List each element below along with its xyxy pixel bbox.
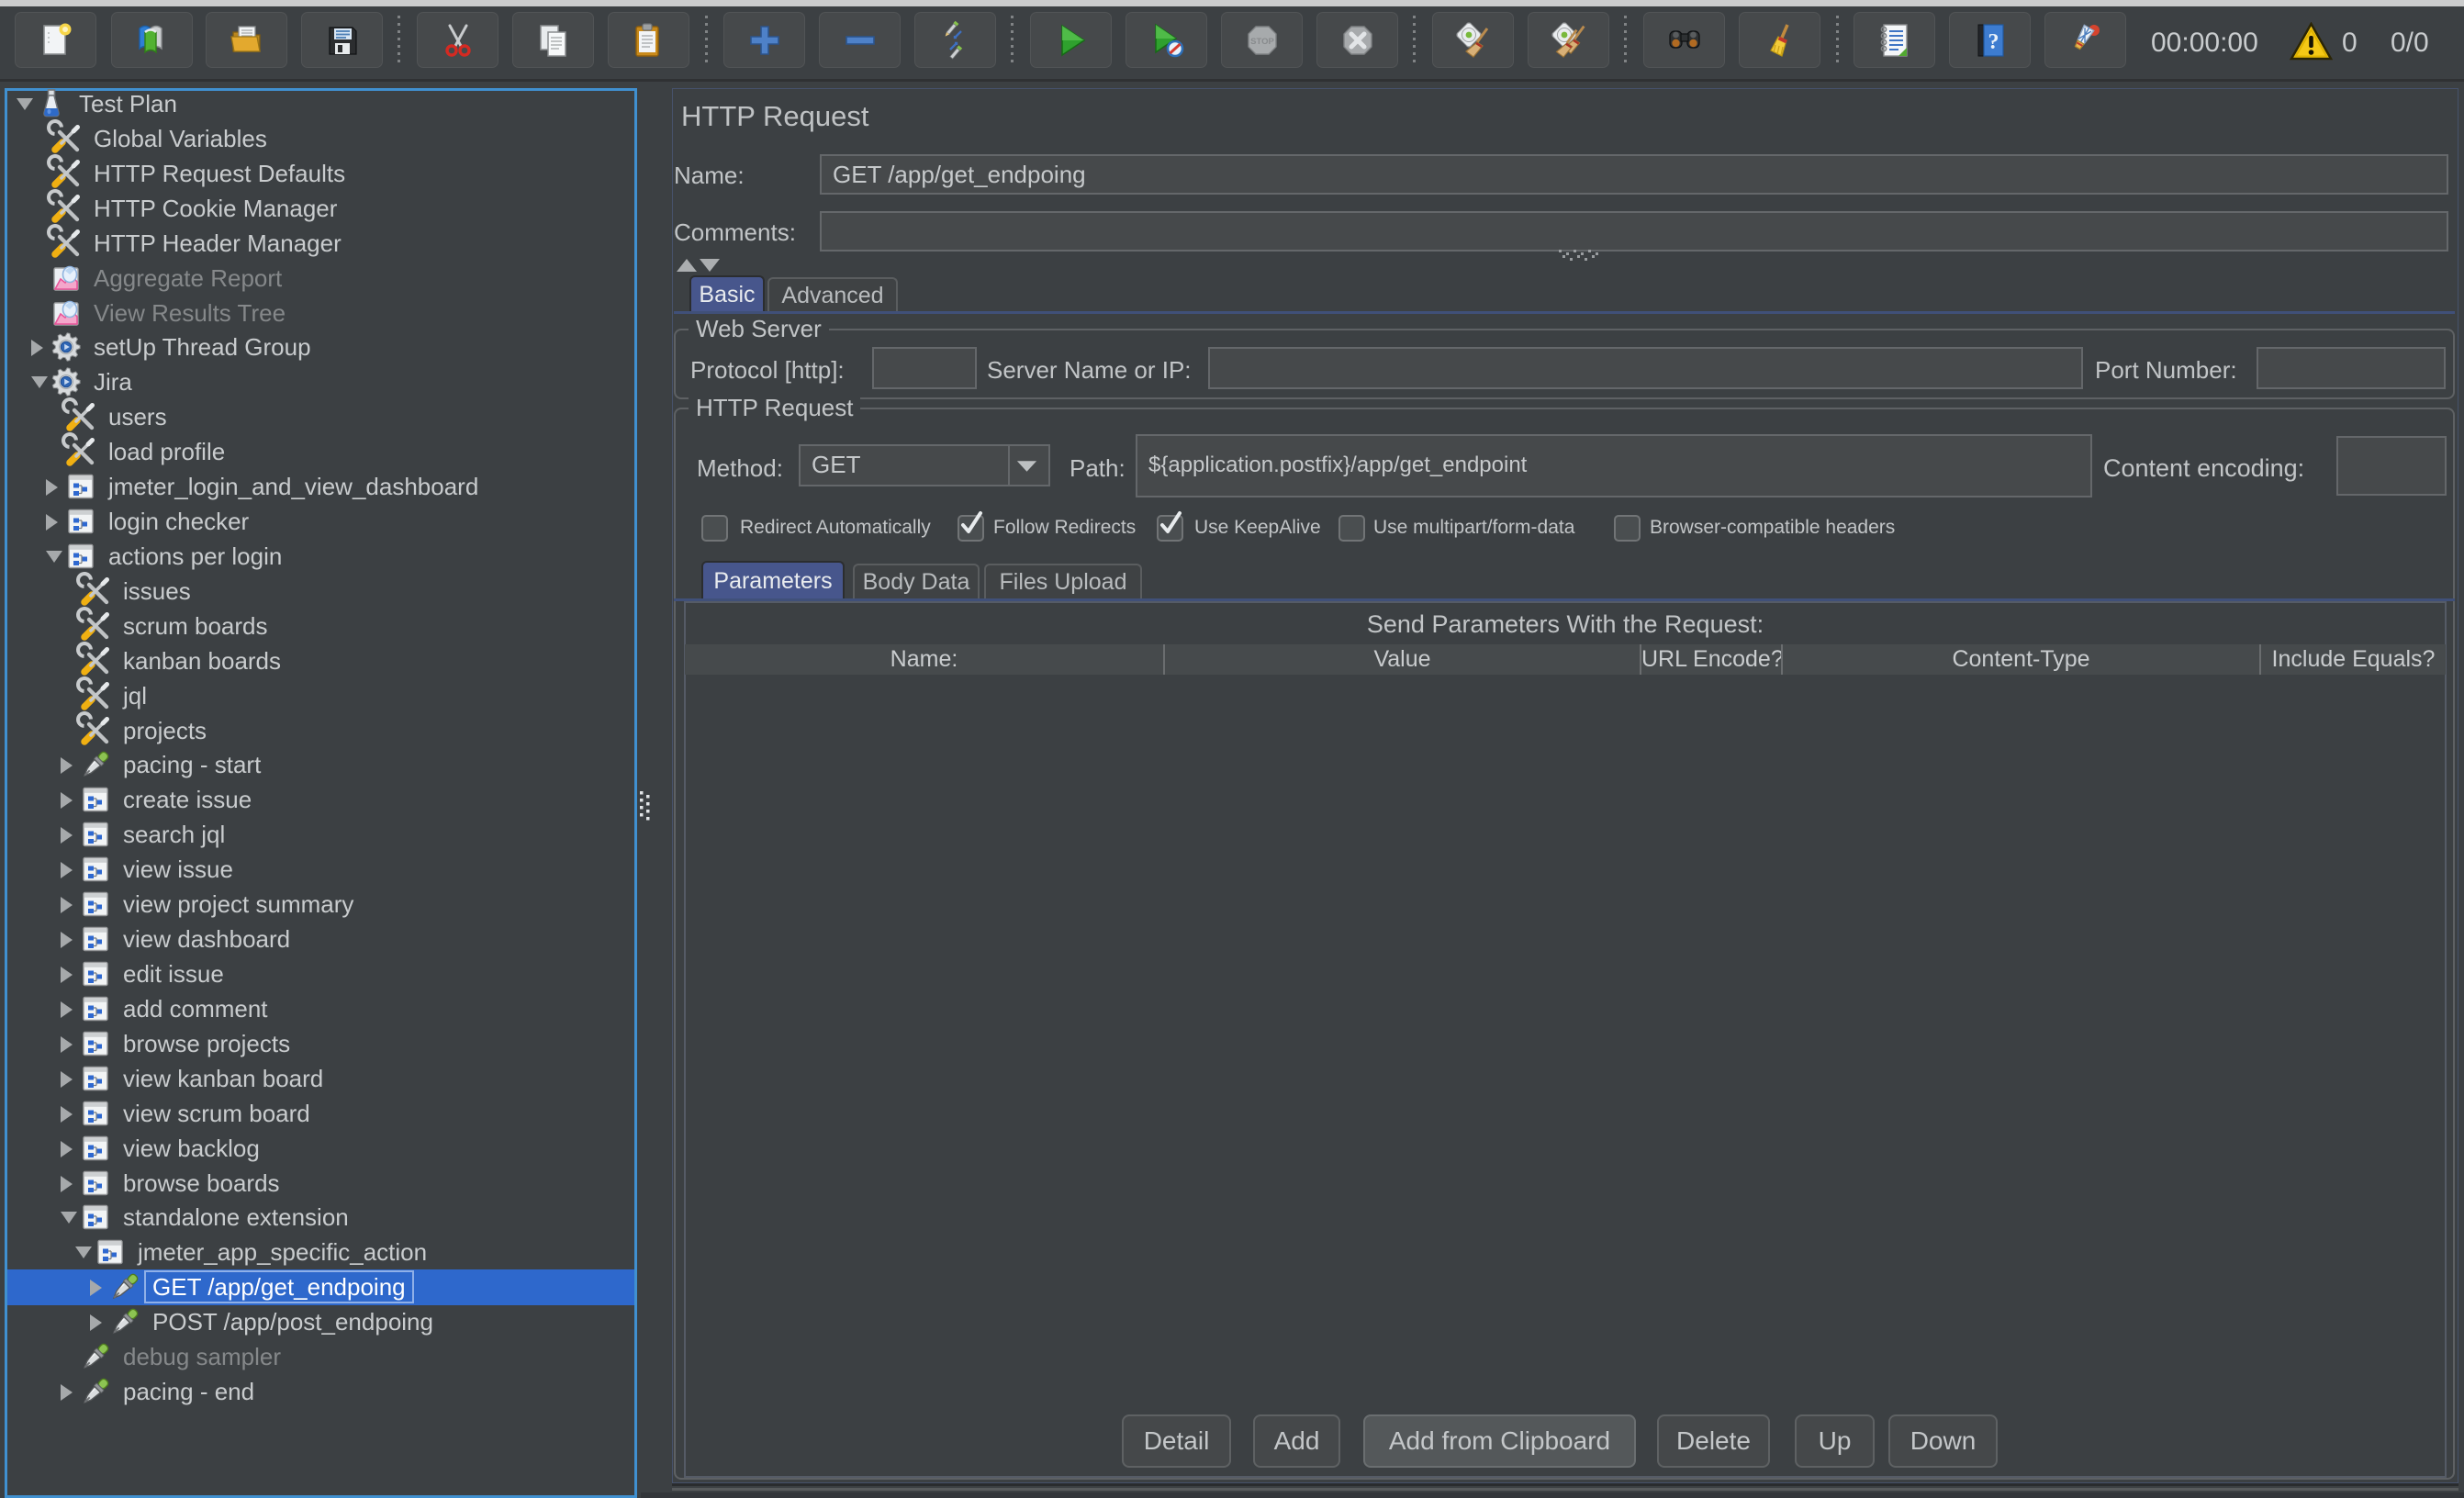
svg-text:STOP: STOP — [1250, 37, 1274, 47]
svg-text:?: ? — [1988, 30, 1999, 54]
